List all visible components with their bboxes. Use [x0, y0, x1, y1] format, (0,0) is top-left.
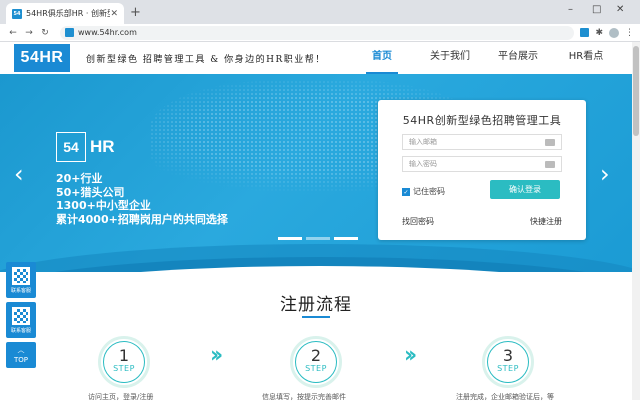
- carousel-prev-icon[interactable]: ‹: [14, 160, 24, 188]
- carousel-dot[interactable]: [278, 237, 302, 240]
- section-title: 注册流程: [280, 295, 352, 315]
- hero-stats: 20+行业 50+猎头公司 1300+中小型企业 累计4000+招聘岗用户的共同…: [56, 172, 228, 226]
- step-word: STEP: [497, 364, 519, 373]
- section-underline: [302, 316, 330, 318]
- close-tab-icon[interactable]: ✕: [110, 9, 118, 19]
- avatar[interactable]: [609, 27, 619, 38]
- chevron-up-icon: ︿: [17, 346, 25, 354]
- password-field[interactable]: 输入密码: [402, 156, 562, 172]
- new-tab-button[interactable]: +: [130, 5, 141, 20]
- step-circle: 2 STEP: [290, 336, 342, 388]
- stat-line: 1300+中小型企业: [56, 199, 151, 212]
- address-bar[interactable]: www.54hr.com: [60, 25, 575, 40]
- minimize-button[interactable]: –: [568, 4, 573, 15]
- browser-toolbar: ← → ↻ www.54hr.com ✱ ⋮: [0, 24, 640, 42]
- step-circle: 1 STEP: [98, 336, 150, 388]
- menu-icon[interactable]: ⋮: [625, 28, 634, 38]
- mail-icon: [545, 138, 555, 146]
- step-number: 1: [118, 346, 130, 365]
- tab-title: 54HR俱乐部HR · 创新型绿色招聘: [26, 9, 110, 18]
- close-window-button[interactable]: ✕: [616, 4, 624, 15]
- site-header: 54HR 创新型绿色 招聘管理工具 & 你身边的HR职业帮！ 首页 关于我们 平…: [0, 42, 632, 74]
- password-placeholder: 输入密码: [409, 160, 437, 168]
- page-scrollbar[interactable]: [632, 42, 640, 400]
- carousel-indicators: [278, 237, 358, 240]
- site-logo[interactable]: 54HR: [14, 44, 70, 72]
- carousel-next-icon[interactable]: ›: [600, 160, 610, 188]
- step-description: 访问主页，登录/注册: [88, 393, 154, 401]
- nav-about[interactable]: 关于我们: [416, 42, 484, 74]
- site-favicon: [65, 28, 74, 37]
- forgot-password-link[interactable]: 找回密码: [402, 216, 434, 227]
- register-link[interactable]: 快捷注册: [530, 216, 562, 227]
- checkbox-icon[interactable]: ✓: [402, 187, 410, 196]
- toolbar-icons: ✱ ⋮: [580, 27, 634, 38]
- login-card: 54HR创新型绿色招聘管理工具 输入邮箱 输入密码 ✓ 记住密码 确认登录 找回…: [378, 100, 586, 240]
- carousel-dot[interactable]: [334, 237, 358, 240]
- step-inner-ring: 3 STEP: [487, 341, 529, 383]
- step-word: STEP: [113, 364, 135, 373]
- qr-label: 联系客服: [10, 327, 31, 334]
- stat-line: 累计4000+招聘岗用户的共同选择: [56, 212, 228, 226]
- nav-home[interactable]: 首页: [348, 42, 416, 74]
- chevron-right-icon: ››: [404, 343, 417, 368]
- step-description: 注册完成，企业邮箱验证后，等: [456, 393, 554, 401]
- step-description: 信息填写，按提示完善邮件: [262, 393, 346, 401]
- browser-tab[interactable]: 54 54HR俱乐部HR · 创新型绿色招聘 ✕: [6, 3, 124, 24]
- scrollbar-thumb[interactable]: [633, 46, 639, 136]
- lock-icon: [545, 160, 555, 168]
- step-inner-ring: 1 STEP: [103, 341, 145, 383]
- nav-platform[interactable]: 平台展示: [484, 42, 552, 74]
- floating-sidebar: 联系客服 联系客服 ︿ TOP: [6, 262, 38, 368]
- step-word: STEP: [305, 364, 327, 373]
- login-title: 54HR创新型绿色招聘管理工具: [402, 114, 562, 127]
- hero-logo: 54 HR: [56, 132, 115, 162]
- url-text: www.54hr.com: [78, 28, 137, 37]
- qr-code-icon: [12, 266, 30, 285]
- reload-icon[interactable]: ↻: [38, 28, 52, 38]
- step-circle: 3 STEP: [482, 336, 534, 388]
- chevron-right-icon: ››: [210, 343, 223, 368]
- email-placeholder: 输入邮箱: [409, 138, 437, 146]
- back-to-top-button[interactable]: ︿ TOP: [6, 342, 36, 368]
- maximize-button[interactable]: □: [592, 4, 601, 15]
- nav-hr-insights[interactable]: HR看点: [552, 42, 620, 74]
- slogan: 创新型绿色 招聘管理工具 & 你身边的HR职业帮！: [86, 54, 326, 65]
- back-icon[interactable]: ←: [6, 28, 20, 38]
- puzzle-icon[interactable]: ✱: [595, 28, 603, 38]
- extension-icon[interactable]: [580, 27, 590, 37]
- login-links: 找回密码 快捷注册: [402, 216, 562, 227]
- hero-logo-badge: 54: [56, 132, 86, 162]
- forward-icon[interactable]: →: [22, 28, 36, 38]
- remember-label: 记住密码: [413, 187, 445, 196]
- site-favicon: 54: [12, 8, 22, 19]
- step-number: 2: [310, 346, 322, 365]
- main-nav: 首页 关于我们 平台展示 HR看点: [348, 42, 620, 74]
- step-number: 3: [502, 346, 514, 365]
- carousel-dot[interactable]: [306, 237, 330, 240]
- remember-password[interactable]: ✓ 记住密码: [402, 186, 445, 197]
- login-button[interactable]: 确认登录: [490, 180, 560, 199]
- stat-line: 20+行业: [56, 172, 103, 185]
- step-inner-ring: 2 STEP: [295, 341, 337, 383]
- browser-tab-strip: 54 54HR俱乐部HR · 创新型绿色招聘 ✕ + – □ ✕: [0, 0, 640, 24]
- email-field[interactable]: 输入邮箱: [402, 134, 562, 150]
- hero-logo-text: HR: [90, 137, 115, 156]
- stat-line: 50+猎头公司: [56, 185, 125, 199]
- top-label: TOP: [13, 356, 28, 364]
